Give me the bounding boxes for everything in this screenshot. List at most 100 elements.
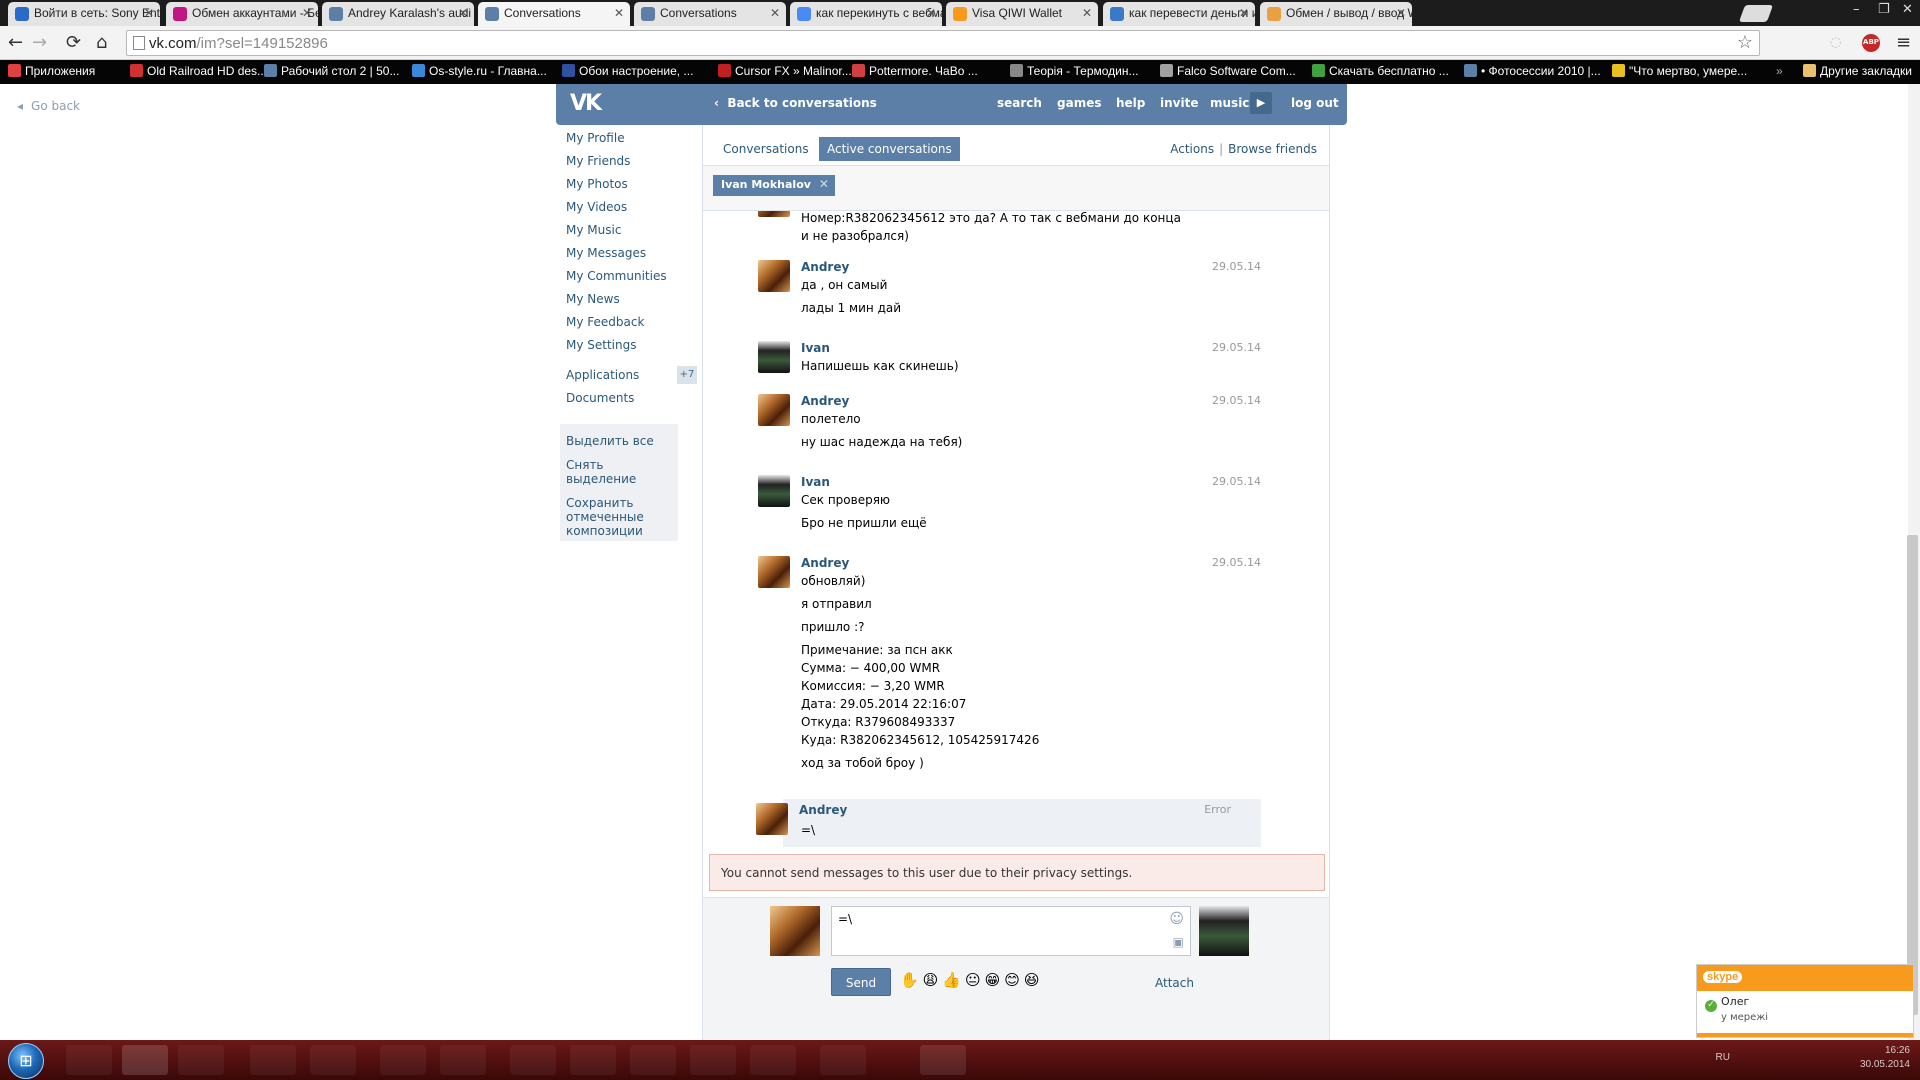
new-tab-button[interactable]	[1738, 5, 1774, 22]
browser-tab[interactable]: Обмен аккаунтами - Бес ✕	[166, 2, 318, 26]
send-button[interactable]: Send	[831, 968, 891, 996]
message-author[interactable]: Andrey	[799, 803, 847, 817]
scrollbar-thumb[interactable]	[1907, 535, 1918, 1015]
nav-my-messages[interactable]: My Messages	[566, 246, 681, 269]
message-item[interactable]: Номер:R382062345612 это да? А то так с в…	[758, 211, 1261, 253]
bookmark-item[interactable]: Old Railroad HD des...	[130, 64, 267, 78]
camera-icon[interactable]: ▣	[1173, 935, 1184, 949]
taskbar-app-folder-icon[interactable]	[630, 1045, 676, 1075]
back-arrow-icon[interactable]: ←	[8, 32, 23, 53]
extension-icon[interactable]: ◌	[1830, 35, 1841, 50]
bookmark-item[interactable]: Pottermore. ЧаВо ...	[852, 64, 978, 78]
header-link-invite[interactable]: invite	[1160, 96, 1198, 110]
tab-close-icon[interactable]: ✕	[302, 6, 312, 20]
save-selected-link[interactable]: Сохранить отмеченные композиции	[566, 496, 650, 538]
bookmark-item[interactable]: • Фотосессии 2010 |...	[1464, 64, 1601, 78]
deselect-link[interactable]: Снять выделение	[566, 458, 646, 486]
bookmark-item[interactable]: Скачать бесплатно ...	[1312, 64, 1449, 78]
nav-my-communities[interactable]: My Communities	[566, 269, 681, 292]
tab-active-conversations[interactable]: Active conversations	[819, 137, 960, 161]
message-author[interactable]: Andrey	[801, 394, 849, 408]
tab-close-icon[interactable]: ✕	[144, 6, 154, 20]
applications-count-badge[interactable]: +7	[677, 366, 697, 384]
message-avatar[interactable]	[758, 556, 790, 588]
taskbar-app-game-icon[interactable]	[690, 1045, 736, 1075]
tab-close-icon[interactable]: ✕	[1396, 6, 1406, 20]
peer-avatar[interactable]	[1199, 906, 1249, 956]
menu-icon[interactable]: ≡	[1896, 32, 1911, 53]
taskbar-app-gear-icon[interactable]	[750, 1045, 796, 1075]
tab-close-icon[interactable]: ✕	[770, 6, 780, 20]
my-avatar[interactable]	[770, 906, 820, 956]
header-link-logout[interactable]: log out	[1291, 96, 1339, 110]
message-item[interactable]: Andrey 29.05.14 полетело ну шас надежда на …	[758, 394, 1261, 464]
tab-close-icon[interactable]: ✕	[926, 6, 936, 20]
message-author[interactable]: Andrey	[801, 556, 849, 570]
taskbar-app-explorer-icon[interactable]	[66, 1045, 112, 1075]
browser-tab[interactable]: Conversations ✕	[478, 2, 630, 26]
vk-logo-icon[interactable]: VK	[570, 91, 606, 116]
nav-applications[interactable]: Applications	[566, 368, 681, 391]
browser-tab[interactable]: Andrey Karalash's audi ✕	[322, 2, 474, 26]
skype-notification[interactable]: skype ✓ Олег у мережі	[1696, 964, 1914, 1038]
close-icon[interactable]: ✕	[819, 177, 829, 191]
emoji-shortcuts[interactable]: ✋😩👍😐😁😊😆	[900, 971, 1044, 989]
header-link-music[interactable]: music	[1210, 96, 1249, 110]
nav-my-feedback[interactable]: My Feedback	[566, 315, 681, 338]
nav-my-settings[interactable]: My Settings	[566, 338, 681, 361]
tab-conversations[interactable]: Conversations	[715, 137, 817, 161]
browser-tab[interactable]: Обмен / вывод / ввод We ✕	[1260, 2, 1412, 26]
reload-icon[interactable]: ⟳	[66, 32, 81, 53]
browser-tab[interactable]: Conversations ✕	[634, 2, 786, 26]
message-item[interactable]: Ivan 29.05.14 Сек проверяю Бро не пришли ещ…	[758, 475, 1261, 545]
nav-my-photos[interactable]: My Photos	[566, 177, 681, 200]
address-bar[interactable]: vk.com/im?sel=149152896 ☆	[126, 30, 1760, 56]
forward-arrow-icon[interactable]: →	[32, 32, 47, 53]
message-avatar[interactable]	[758, 260, 790, 292]
header-link-games[interactable]: games	[1057, 96, 1101, 110]
taskbar-app-vs-icon[interactable]	[178, 1045, 224, 1075]
home-icon[interactable]: ⌂	[96, 32, 107, 53]
close-window-icon[interactable]: ✕	[1902, 2, 1913, 17]
tab-close-icon[interactable]: ✕	[1082, 6, 1092, 20]
language-indicator[interactable]: RU	[1716, 1051, 1730, 1065]
go-back-link[interactable]: ◂ Go back	[17, 99, 80, 113]
bookmark-item[interactable]: "Что мертво, умере...	[1612, 64, 1747, 78]
bookmark-item[interactable]: Теорія - Термодин...	[1010, 64, 1139, 78]
nav-my-videos[interactable]: My Videos	[566, 200, 681, 223]
message-avatar[interactable]	[756, 803, 788, 835]
actions-link[interactable]: Actions	[1170, 142, 1214, 156]
message-author[interactable]: Andrey	[801, 260, 849, 274]
taskbar-app-chrome-icon[interactable]	[122, 1045, 168, 1075]
browser-tab[interactable]: Войти в сеть: Sony Enterta✕	[8, 2, 160, 26]
minimize-icon[interactable]: –	[1853, 2, 1860, 17]
clock-date[interactable]: 30.05.2014	[1860, 1058, 1910, 1072]
other-bookmarks[interactable]: Другие закладки	[1803, 64, 1912, 78]
browser-tab[interactable]: как перевести деньги из ✕	[1103, 2, 1255, 26]
attach-link[interactable]: Attach	[1155, 976, 1194, 990]
nav-my-profile[interactable]: My Profile	[566, 131, 681, 154]
peer-chip[interactable]: Ivan Mokhalov ✕	[713, 175, 835, 196]
nav-my-music[interactable]: My Music	[566, 223, 681, 246]
nav-my-friends[interactable]: My Friends	[566, 154, 681, 177]
clock-time[interactable]: 16:26	[1860, 1044, 1910, 1058]
bookmark-item[interactable]: Os-style.ru - Главна...	[412, 64, 547, 78]
message-item[interactable]: Ivan 29.05.14 Напишешь как скинешь)	[758, 341, 1261, 381]
play-icon[interactable]: ▶	[1250, 92, 1272, 114]
message-item[interactable]: Andrey 29.05.14 обновляй) я отправил пришло …	[758, 556, 1261, 786]
header-link-search[interactable]: search	[997, 96, 1042, 110]
nav-documents[interactable]: Documents	[566, 391, 681, 414]
message-input[interactable]: =\ ☺ ▣	[831, 906, 1191, 956]
taskbar-app-tool-icon[interactable]	[510, 1045, 556, 1075]
start-button-icon[interactable]: ⊞	[8, 1043, 44, 1079]
tab-close-icon[interactable]: ✕	[1239, 6, 1249, 20]
bookmark-item[interactable]: Рабочий стол 2 | 50...	[264, 64, 399, 78]
message-avatar[interactable]	[758, 211, 790, 217]
taskbar-app-notepad-icon[interactable]	[820, 1045, 866, 1075]
tab-close-icon[interactable]: ✕	[614, 6, 624, 20]
message-avatar[interactable]	[758, 341, 790, 373]
bookmark-item[interactable]: Falco Software Com...	[1160, 64, 1296, 78]
browser-tab[interactable]: как перекинуть с вебман ✕	[790, 2, 942, 26]
message-item[interactable]: Andrey Error =\	[756, 799, 1261, 847]
adblock-icon[interactable]: ABP	[1862, 34, 1880, 52]
